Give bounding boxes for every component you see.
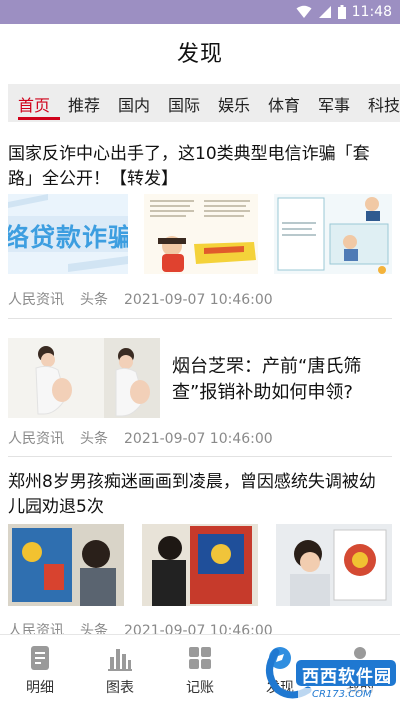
watermark-brand: 西西软件园	[302, 667, 392, 687]
watermark-url: CR173.COM	[312, 689, 372, 700]
news-time: 2021-09-07 10:46:00	[124, 431, 273, 447]
tab-entertainment[interactable]: 娱乐	[218, 92, 250, 116]
tab-sports[interactable]: 体育	[268, 92, 300, 116]
news-image-2	[144, 194, 258, 274]
news-title: 国家反诈中心出手了，这10类典型电信诈骗「套路」全公开！【转发】	[8, 144, 370, 189]
news-image-3	[276, 524, 392, 606]
news-title: 郑州8岁男孩痴迷画画到凌晨，曾因感统失调被幼儿园劝退5次	[8, 472, 376, 517]
battery-icon	[337, 5, 346, 19]
news-image-caption: 络贷款诈骗	[8, 223, 128, 252]
divider	[8, 318, 392, 319]
news-title: 烟台芝罘：产前“唐氏筛查”报销补助如何申领?	[172, 356, 362, 403]
tab-international[interactable]: 国际	[168, 92, 200, 116]
news-source: 人民资讯	[8, 431, 64, 447]
tab-domestic[interactable]: 国内	[118, 92, 150, 116]
nav-item-chart[interactable]: 图表	[80, 645, 160, 697]
active-tab-indicator	[18, 117, 60, 120]
title-bar: 发现	[0, 24, 400, 78]
tab-military[interactable]: 军事	[318, 92, 350, 116]
news-image-1: 络贷款诈骗	[8, 194, 128, 274]
status-time: 11:48	[351, 4, 392, 20]
nav-label: 明细	[26, 680, 54, 696]
news-tag: 头条	[80, 292, 108, 308]
news-meta: 人民资讯 头条 2021-09-07 10:46:00	[8, 428, 289, 448]
news-item-3[interactable]: 郑州8岁男孩痴迷画画到凌晨，曾因感统失调被幼儿园劝退5次 人民资讯 头条 2021-…	[8, 470, 392, 639]
news-image-2	[142, 524, 258, 606]
nav-item-bookkeeping[interactable]: 记账	[160, 645, 240, 697]
news-item-2[interactable]: 烟台芝罘：产前“唐氏筛查”报销补助如何申领? 人民资讯 头条 2021-09-07 …	[8, 338, 392, 458]
news-time: 2021-09-07 10:46:00	[124, 292, 273, 308]
tab-recommend[interactable]: 推荐	[68, 92, 100, 116]
news-tag: 头条	[80, 431, 108, 447]
page-title: 发现	[176, 42, 223, 67]
news-item-1[interactable]: 国家反诈中心出手了，这10类典型电信诈骗「套路」全公开！【转发】 络贷款诈骗 人…	[8, 142, 392, 312]
tab-home[interactable]: 首页	[18, 92, 50, 116]
news-image-1	[8, 524, 124, 606]
bar-chart-icon	[108, 649, 132, 671]
nav-label: 记账	[186, 680, 214, 696]
wifi-icon	[296, 5, 312, 18]
category-tabs: 首页 推荐 国内 国际 娱乐 体育 军事 科技	[8, 84, 400, 122]
signal-icon	[318, 6, 331, 18]
news-image-3	[274, 194, 392, 274]
news-source: 人民资讯	[8, 292, 64, 308]
news-image	[8, 338, 160, 418]
divider	[8, 456, 392, 457]
site-watermark: 西西软件园 CR173.COM	[262, 640, 400, 704]
news-meta: 人民资讯 头条 2021-09-07 10:46:00	[8, 289, 289, 309]
nav-label: 图表	[106, 680, 134, 696]
status-bar: 11:48	[0, 0, 400, 24]
tab-technology[interactable]: 科技	[368, 92, 400, 116]
grid-icon	[189, 647, 211, 669]
receipt-icon	[31, 646, 49, 670]
nav-item-detail[interactable]: 明细	[0, 645, 80, 697]
